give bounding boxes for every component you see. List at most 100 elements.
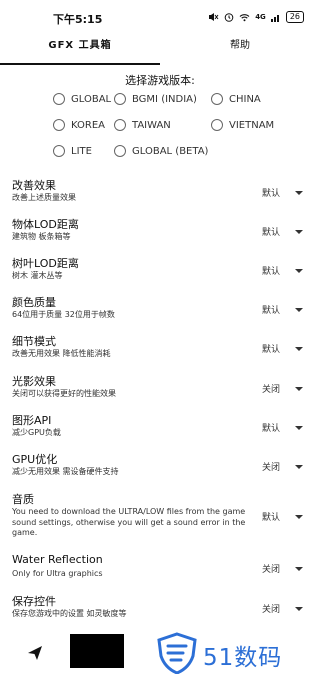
setting-dropdown[interactable]: 默认 — [262, 264, 304, 277]
setting-title: 树叶LOD距离 — [12, 257, 79, 270]
status-icons: 4G 26 — [208, 11, 304, 23]
setting-value: 关闭 — [262, 463, 281, 473]
radio-vietnam[interactable]: VIETNAM — [211, 119, 274, 131]
chevron-down-icon — [295, 425, 304, 430]
radio-bgmi-india[interactable]: BGMI (INDIA) — [114, 93, 197, 105]
radio-circle — [53, 145, 65, 157]
radio-taiwan[interactable]: TAIWAN — [114, 119, 171, 131]
radio-circle — [211, 93, 223, 105]
wifi-icon — [239, 13, 250, 21]
tab-gfx-toolbox[interactable]: GFX 工具箱 — [0, 34, 160, 64]
status-time: 下午5:15 — [53, 13, 103, 26]
chevron-down-icon — [295, 386, 304, 391]
radio-label: TAIWAN — [132, 119, 171, 131]
radio-label: VIETNAM — [229, 119, 275, 131]
tab-bar: GFX 工具箱 帮助 — [0, 34, 320, 66]
mute-icon — [209, 13, 219, 21]
setting-title: 音质 — [12, 493, 34, 506]
battery-indicator: 26 — [285, 11, 304, 23]
setting-dropdown[interactable]: 关闭 — [262, 382, 304, 395]
setting-dropdown[interactable]: 默认 — [262, 186, 304, 199]
radio-label: KOREA — [71, 119, 105, 131]
setting-dropdown[interactable]: 默认 — [262, 303, 304, 316]
radio-label: BGMI (INDIA) — [132, 93, 197, 105]
setting-desc: 关闭可以获得更好的性能效果 — [12, 389, 116, 398]
setting-desc: 减少无用效果 需设备硬件支持 — [12, 467, 119, 476]
watermark: 51数码 — [155, 632, 295, 677]
bottom-bar: 51数码 — [0, 632, 320, 677]
setting-value: 关闭 — [262, 605, 281, 615]
chevron-down-icon — [295, 307, 304, 312]
setting-title: 保存控件 — [12, 595, 56, 608]
setting-dropdown[interactable]: 关闭 — [262, 460, 304, 473]
setting-desc: 保存您游戏中的设置 如灵敏度等 — [12, 609, 127, 618]
setting-value: 默认 — [262, 189, 281, 199]
radio-lite[interactable]: LITE — [53, 145, 92, 157]
chevron-down-icon — [295, 229, 304, 234]
chevron-down-icon — [295, 190, 304, 195]
setting-desc: 改善上述质量效果 — [12, 193, 76, 202]
setting-title: 颜色质量 — [12, 296, 56, 309]
network-label: 4G — [255, 13, 266, 21]
setting-value: 默认 — [262, 345, 281, 355]
radio-korea[interactable]: KOREA — [53, 119, 105, 131]
alarm-icon — [224, 13, 234, 22]
chevron-down-icon — [295, 566, 304, 571]
setting-value: 默认 — [262, 267, 281, 277]
radio-circle — [114, 119, 126, 131]
radio-circle — [211, 119, 223, 131]
signal-icon — [270, 14, 279, 22]
radio-label: GLOBAL (BETA) — [132, 145, 209, 157]
chevron-down-icon — [295, 346, 304, 351]
radio-circle — [114, 93, 126, 105]
radio-circle — [53, 93, 65, 105]
setting-desc: 改善无用效果 降低性能消耗 — [12, 349, 111, 358]
setting-title: 光影效果 — [12, 375, 56, 388]
setting-dropdown[interactable]: 默认 — [262, 421, 304, 434]
setting-value: 默认 — [262, 228, 281, 238]
radio-label: LITE — [71, 145, 92, 157]
chevron-down-icon — [295, 606, 304, 611]
setting-dropdown[interactable]: 关闭 — [262, 562, 304, 575]
redacted-box — [70, 634, 124, 668]
watermark-text: 51数码 — [203, 645, 283, 671]
setting-title: GPU优化 — [12, 453, 58, 466]
setting-dropdown[interactable]: 关闭 — [262, 602, 304, 615]
setting-dropdown[interactable]: 默认 — [262, 225, 304, 238]
setting-dropdown[interactable]: 默认 — [262, 342, 304, 355]
send-icon[interactable] — [26, 644, 44, 662]
version-radio-group: GLOBAL BGMI (INDIA) CHINA KOREA TAIWAN V… — [0, 88, 320, 168]
setting-value: 默认 — [262, 424, 281, 434]
setting-desc: You need to download the ULTRA/LOW files… — [12, 507, 246, 537]
setting-value: 默认 — [262, 306, 281, 316]
tab-indicator — [0, 63, 160, 65]
chevron-down-icon — [295, 268, 304, 273]
setting-value: 关闭 — [262, 565, 281, 575]
setting-value: 关闭 — [262, 385, 281, 395]
shield-logo-icon — [157, 632, 197, 674]
radio-label: CHINA — [229, 93, 261, 105]
version-title: 选择游戏版本: — [125, 74, 195, 87]
setting-title: 改善效果 — [12, 179, 56, 192]
setting-title: 图形API — [12, 414, 52, 427]
radio-global-beta[interactable]: GLOBAL (BETA) — [114, 145, 208, 157]
setting-title: 细节模式 — [12, 335, 56, 348]
setting-value: 默认 — [262, 513, 281, 523]
radio-label: GLOBAL — [71, 93, 112, 105]
chevron-down-icon — [295, 464, 304, 469]
radio-china[interactable]: CHINA — [211, 93, 261, 105]
setting-desc: 64位用于质量 32位用于帧数 — [12, 310, 115, 319]
tab-help[interactable]: 帮助 — [160, 34, 320, 64]
setting-desc: 树木 灌木丛等 — [12, 271, 63, 280]
setting-desc: 减少GPU负载 — [12, 428, 61, 437]
setting-desc: 建筑物 板条箱等 — [12, 232, 71, 241]
chevron-down-icon — [295, 514, 304, 519]
setting-desc: Only for Ultra graphics — [12, 569, 103, 578]
setting-title: 物体LOD距离 — [12, 218, 79, 231]
radio-circle — [53, 119, 65, 131]
radio-global[interactable]: GLOBAL — [53, 93, 111, 105]
setting-dropdown[interactable]: 默认 — [262, 510, 304, 523]
radio-circle — [114, 145, 126, 157]
setting-title: Water Reflection — [12, 553, 103, 566]
status-bar: 下午5:15 4G 26 — [0, 0, 320, 34]
